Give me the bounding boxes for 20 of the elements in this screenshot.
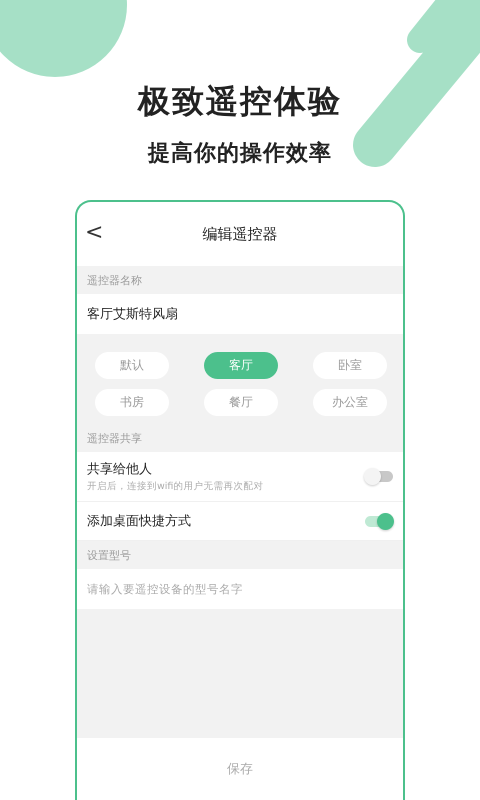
setting-title: 添加桌面快捷方式: [87, 513, 192, 530]
section-label: 遥控器名称: [87, 272, 142, 288]
save-button[interactable]: 保存: [221, 759, 259, 779]
section-label: 遥控器共享: [87, 430, 142, 446]
room-chip[interactable]: 客厅: [204, 352, 278, 379]
screen-title: 编辑遥控器: [202, 224, 278, 244]
toggle-switch[interactable]: [365, 471, 393, 482]
setting-title: 共享给他人: [87, 461, 153, 478]
back-button[interactable]: <: [85, 220, 104, 245]
remote-name: 客厅艾斯特风扇: [87, 306, 178, 323]
setting-description: 开启后，连接到wifi的用户无需再次配对: [87, 480, 264, 493]
room-chip[interactable]: 卧室: [313, 352, 387, 379]
room-chip[interactable]: 默认: [95, 352, 169, 379]
headline: 极致遥控体验: [138, 81, 342, 122]
room-chip[interactable]: 书房: [95, 389, 169, 416]
section-label: 设置型号: [87, 548, 131, 562]
room-chip[interactable]: 办公室: [313, 389, 387, 416]
room-chip[interactable]: 餐厅: [204, 389, 278, 416]
subheadline: 提高你的操作效率: [148, 140, 332, 168]
toggle-switch[interactable]: [365, 516, 393, 526]
